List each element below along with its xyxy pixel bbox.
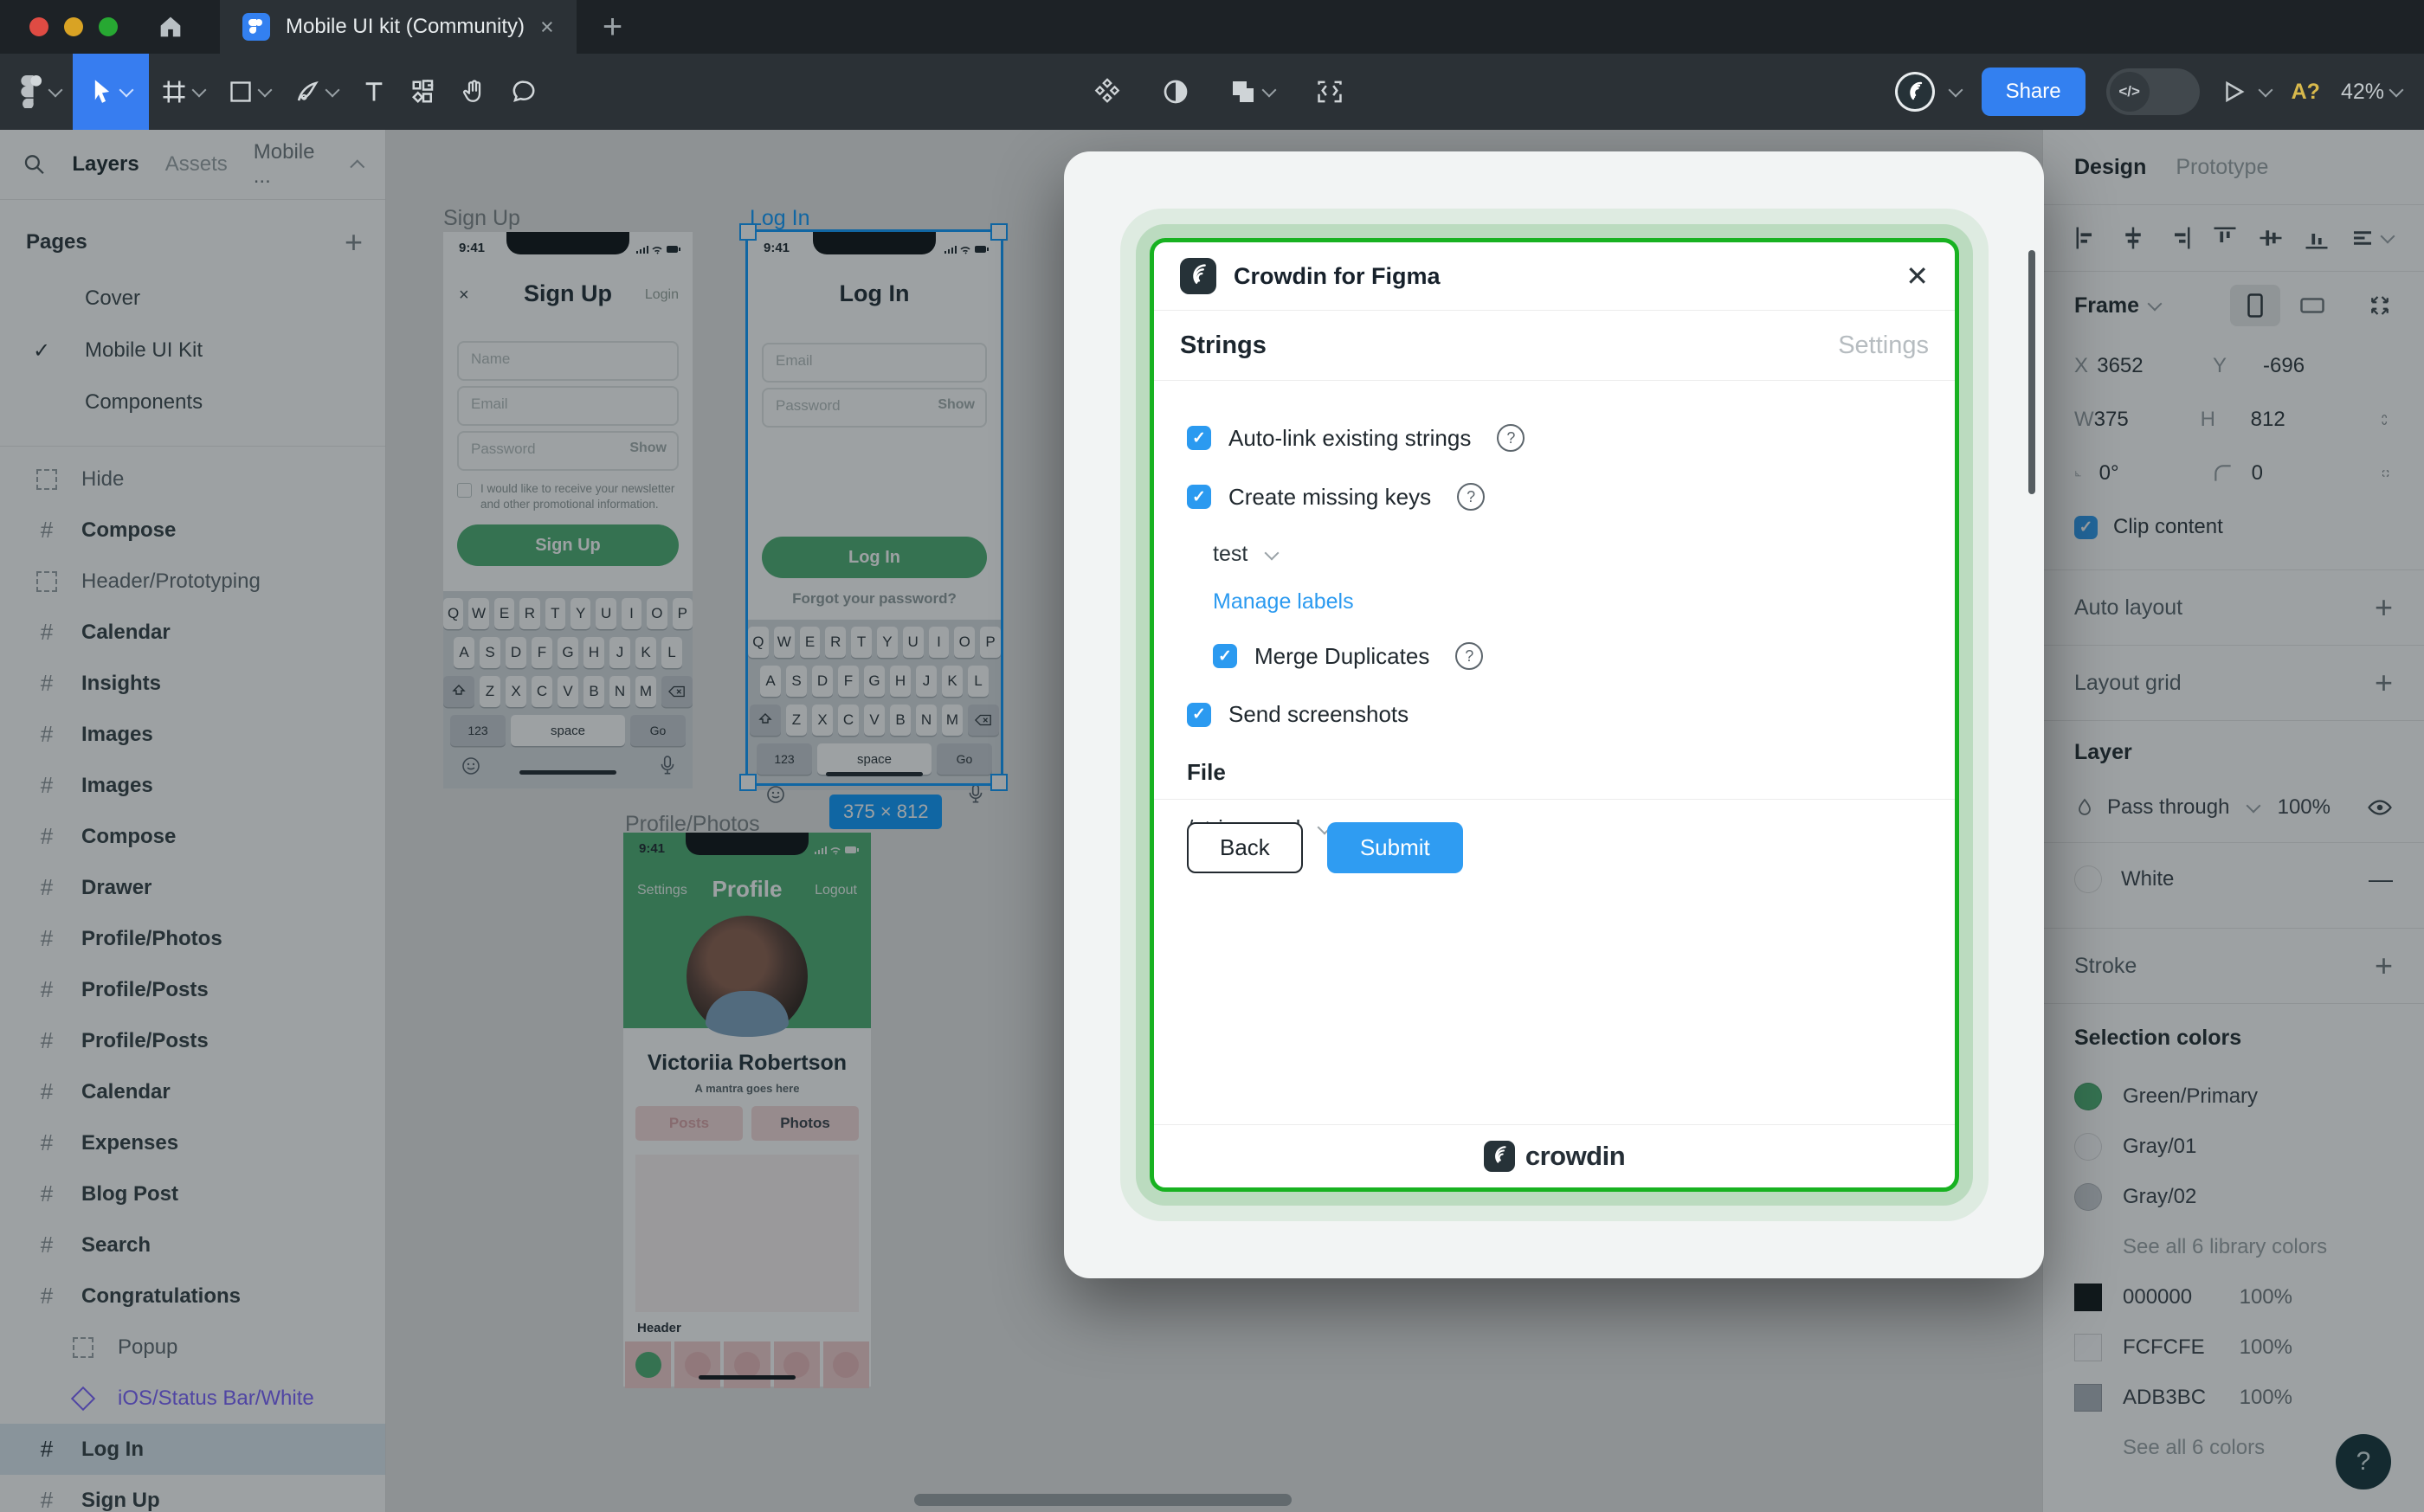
text-icon	[365, 82, 383, 101]
tab-close-icon[interactable]: ×	[540, 15, 554, 39]
text-tool[interactable]	[350, 54, 398, 130]
figma-app: Mobile UI kit (Community) × + Share </> …	[0, 0, 2424, 1512]
tab-settings[interactable]: Settings	[1838, 331, 1929, 360]
maximize-window-button[interactable]	[99, 17, 118, 36]
components-icon	[411, 80, 434, 104]
checkbox-checked[interactable]: ✓	[1213, 644, 1237, 668]
help-icon[interactable]: ?	[1457, 483, 1486, 511]
pen-icon	[297, 81, 319, 101]
back-button[interactable]: Back	[1187, 822, 1303, 873]
file-label: File	[1187, 759, 1226, 785]
manage-labels-link[interactable]: Manage labels	[1213, 589, 1354, 614]
mask-icon[interactable]	[1162, 78, 1189, 106]
present-menu[interactable]	[2221, 79, 2273, 105]
help-icon[interactable]: ?	[1455, 642, 1484, 670]
comment-icon	[513, 80, 535, 102]
boolean-group[interactable]	[1229, 78, 1277, 106]
auto-link-option[interactable]: ✓ Auto-link existing strings ?	[1187, 424, 1922, 452]
move-tool[interactable]	[73, 54, 149, 130]
window-controls	[29, 17, 118, 36]
frame-tool[interactable]	[149, 54, 216, 130]
account-menu[interactable]	[1894, 72, 1963, 112]
frame-icon	[163, 80, 185, 103]
figma-logo-icon	[21, 75, 42, 108]
cursor-icon	[94, 80, 110, 103]
merge-duplicates-option[interactable]: ✓ Merge Duplicates ?	[1213, 642, 1922, 670]
submit-button[interactable]: Submit	[1326, 822, 1463, 873]
crowdin-icon	[1483, 1141, 1515, 1172]
tab-title: Mobile UI kit (Community)	[286, 15, 525, 38]
play-icon	[2225, 80, 2245, 103]
comment-tool[interactable]	[499, 54, 549, 130]
dev-toggle-knob: </>	[2109, 72, 2150, 112]
plugin-scrollbar[interactable]	[2028, 250, 2035, 494]
toolbar: Share </> A? 42%	[0, 54, 2424, 130]
close-window-button[interactable]	[29, 17, 48, 36]
figma-file-icon	[242, 13, 270, 41]
send-screenshots-option[interactable]: ✓ Send screenshots	[1187, 701, 1922, 728]
help-icon[interactable]: ?	[1497, 424, 1525, 452]
home-icon[interactable]	[156, 12, 185, 42]
titlebar: Mobile UI kit (Community) × +	[0, 0, 2424, 54]
crowdin-wordmark: crowdin	[1525, 1141, 1626, 1171]
zoom-level: 42%	[2340, 79, 2384, 104]
minimize-window-button[interactable]	[64, 17, 83, 36]
plugin-window: Crowdin for Figma ✕ Strings Settings ✓ A…	[1064, 151, 2044, 1278]
boolean-union-icon	[1233, 81, 1254, 102]
checkbox-checked[interactable]: ✓	[1187, 426, 1211, 450]
component-icon[interactable]	[1093, 77, 1122, 106]
checkbox-checked[interactable]: ✓	[1187, 702, 1211, 727]
plugin-title: Crowdin for Figma	[1234, 262, 1441, 289]
chevron-down-icon	[1264, 545, 1280, 560]
crowdin-footer: crowdin	[1154, 1124, 1955, 1187]
label-dropdown[interactable]: test	[1213, 542, 1922, 567]
rectangle-icon	[230, 81, 251, 102]
share-button[interactable]: Share	[1981, 68, 2086, 116]
file-tab[interactable]: Mobile UI kit (Community) ×	[220, 0, 577, 54]
crowdin-icon	[1180, 258, 1216, 294]
dev-mode-icon[interactable]	[1314, 77, 1345, 106]
zoom-menu[interactable]: 42%	[2340, 79, 2404, 105]
main-menu-button[interactable]	[9, 54, 73, 130]
crowdin-modal: Crowdin for Figma ✕ Strings Settings ✓ A…	[1150, 238, 1959, 1192]
create-missing-keys-option[interactable]: ✓ Create missing keys ?	[1187, 483, 1922, 511]
resources-tool[interactable]	[398, 54, 448, 130]
dev-mode-toggle[interactable]: </>	[2105, 68, 2200, 115]
checkbox-checked[interactable]: ✓	[1187, 485, 1211, 509]
close-icon[interactable]: ✕	[1905, 260, 1929, 293]
avatar	[1894, 72, 1935, 112]
new-tab-button[interactable]: +	[603, 8, 622, 47]
hand-tool[interactable]	[448, 54, 499, 130]
pen-tool[interactable]	[282, 54, 350, 130]
hand-icon	[462, 80, 481, 102]
tab-strings[interactable]: Strings	[1180, 331, 1267, 360]
missing-fonts-badge[interactable]: A?	[2292, 80, 2320, 105]
shape-tool[interactable]	[216, 54, 282, 130]
